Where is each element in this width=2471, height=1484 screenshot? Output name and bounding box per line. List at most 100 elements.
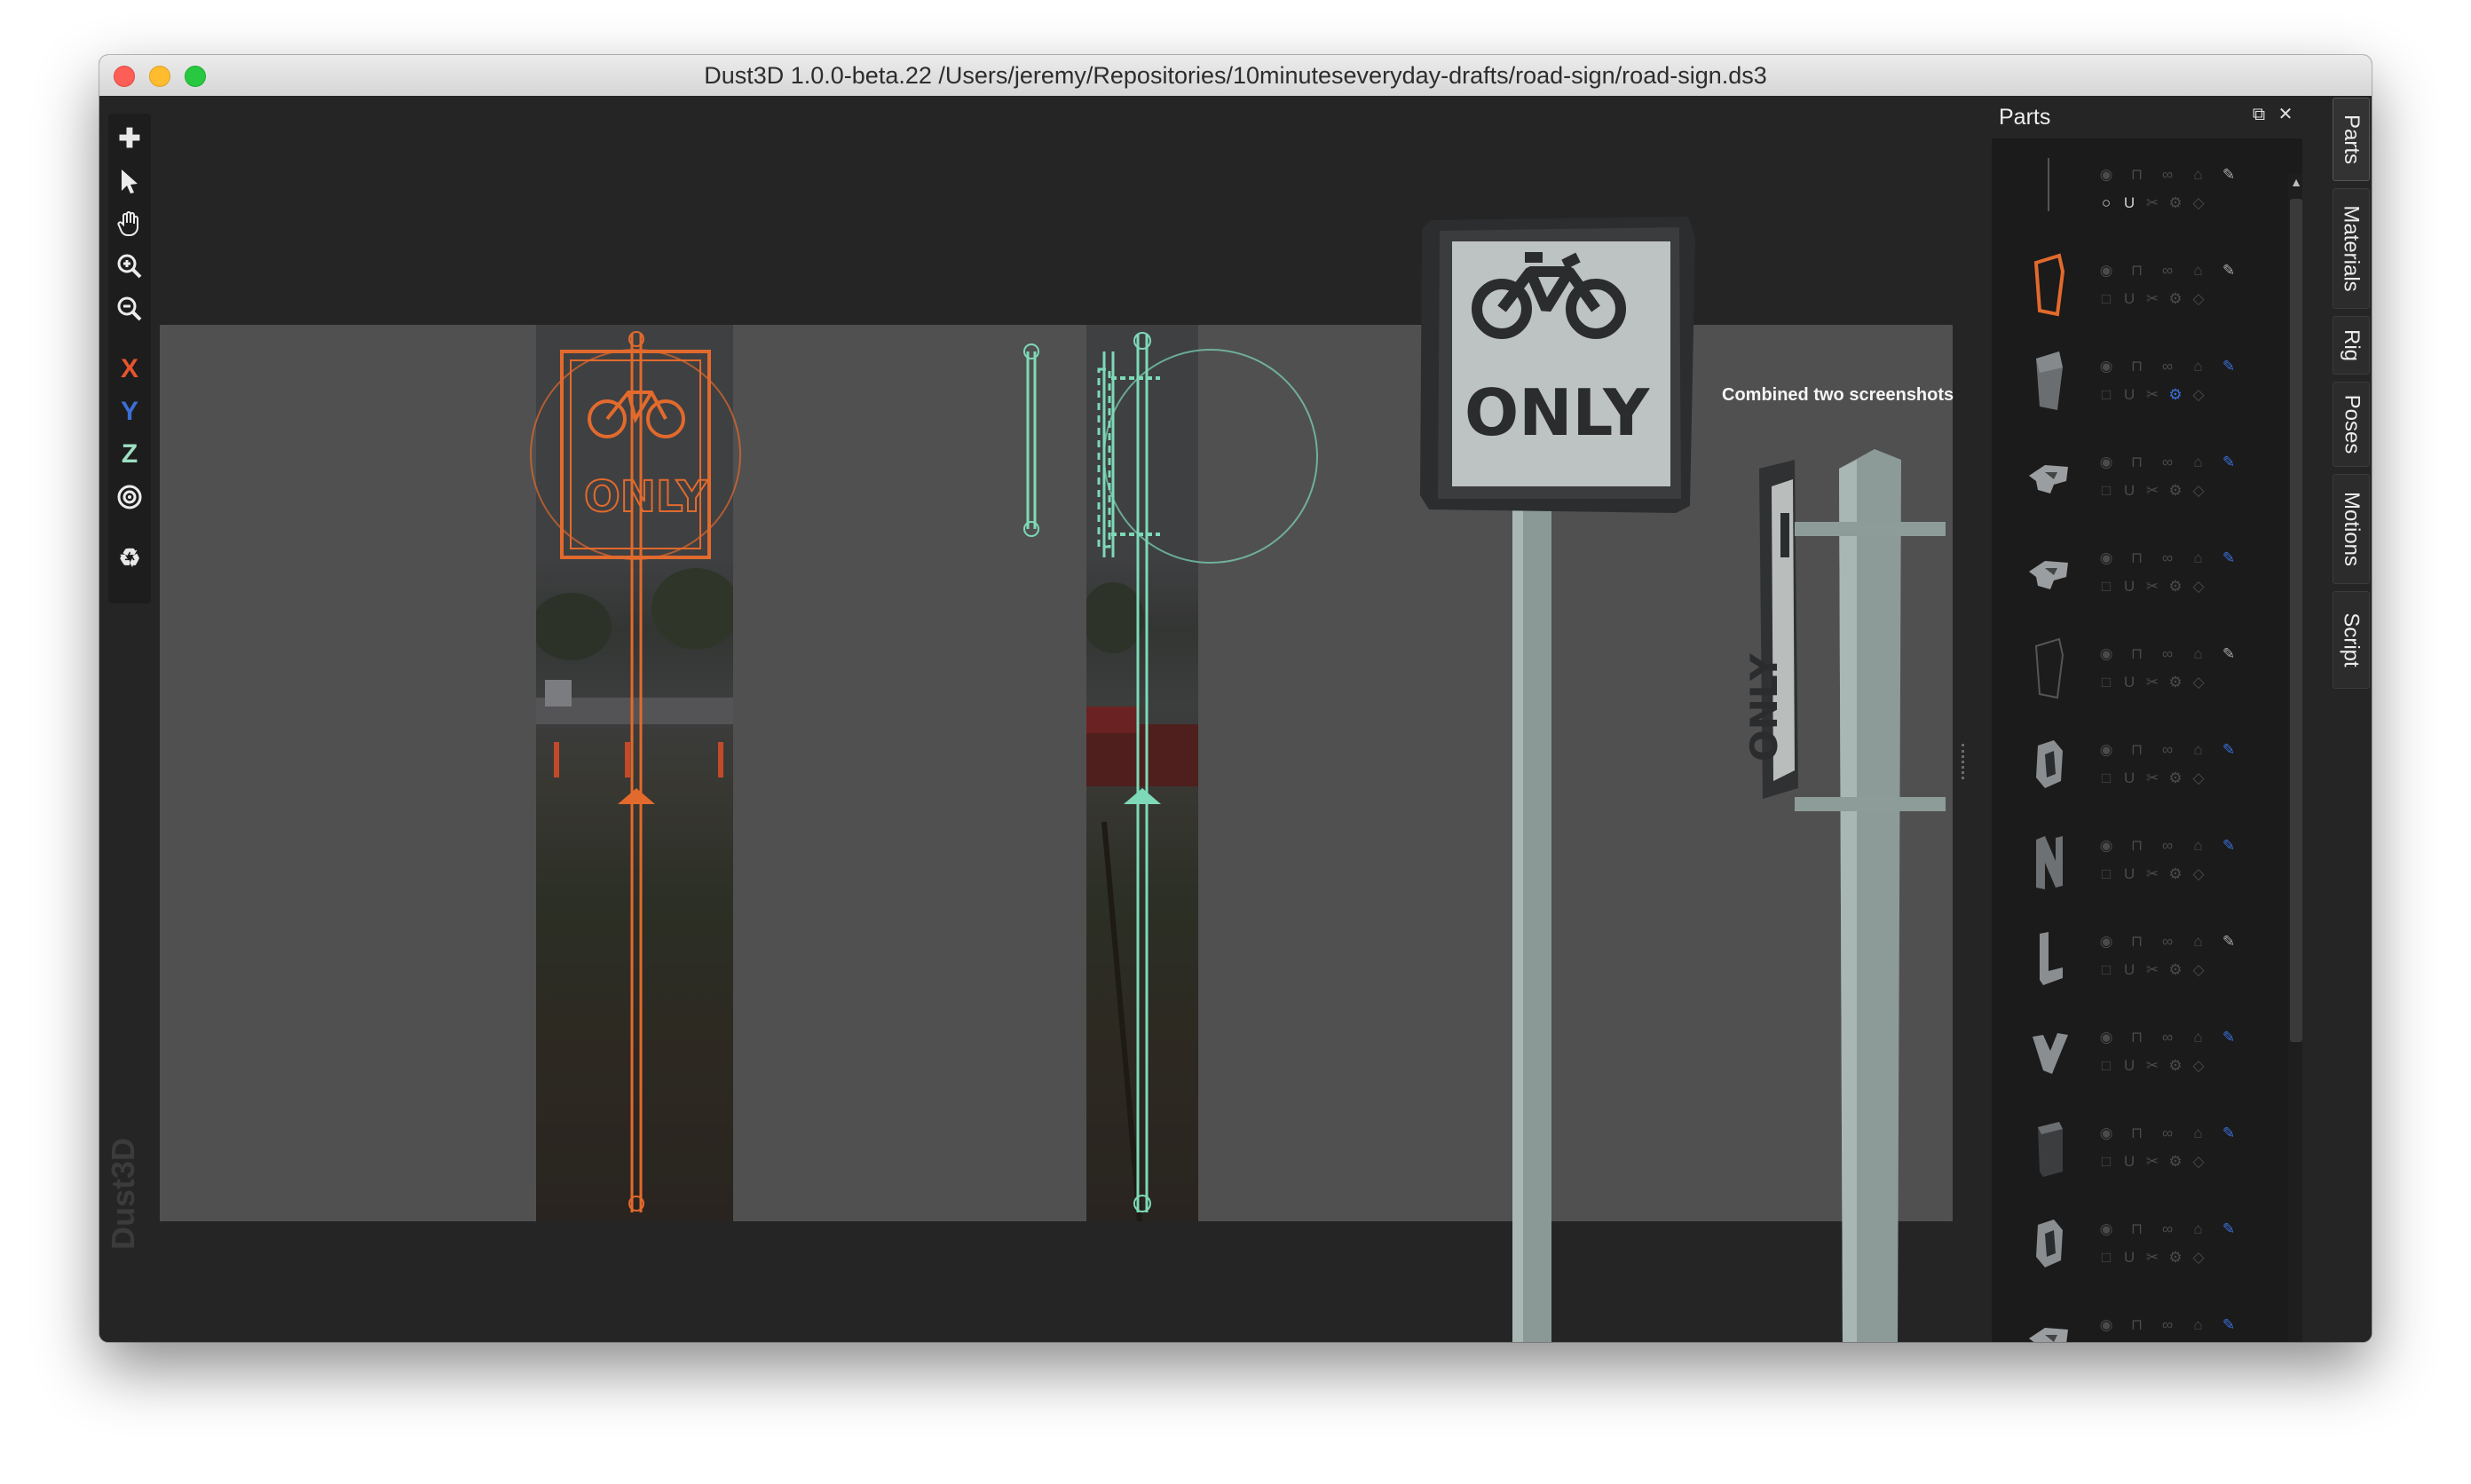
subdivide-icon[interactable]: □	[2096, 1152, 2116, 1172]
tab-parts[interactable]: Parts	[2333, 98, 2370, 181]
select-arrow-icon[interactable]	[110, 162, 149, 201]
subdivide-icon[interactable]: □	[2096, 1248, 2116, 1267]
chamfer-icon[interactable]: ◇	[2189, 1248, 2208, 1267]
color-brush-icon[interactable]: ✎	[2219, 740, 2238, 760]
color-brush-icon[interactable]: ✎	[2219, 549, 2238, 568]
subdivide-icon[interactable]: □	[2096, 769, 2116, 788]
scroll-up-icon[interactable]: ▲	[2288, 174, 2302, 190]
link-icon[interactable]: ∞	[2158, 453, 2177, 472]
part-ring[interactable]: ◉ ⊓ ∞ ⌂ ✎ □ U ✂ ⚙ ◇	[1992, 1195, 2302, 1291]
color-brush-icon[interactable]: ✎	[2219, 836, 2238, 856]
part-letter-o[interactable]: ◉ ⊓ ∞ ⌂ ✎ □ U ✂ ⚙ ◇	[1992, 715, 2302, 811]
subdivide-icon[interactable]: □	[2096, 864, 2116, 884]
chamfer-icon[interactable]: ◇	[2189, 960, 2208, 980]
close-panel-icon[interactable]: ✕	[2276, 105, 2295, 124]
part-extra[interactable]: ◉⊓∞⌂✎□U✂⚙◇	[1992, 1291, 2302, 1342]
round-end-icon[interactable]: ⚙	[2166, 385, 2185, 405]
magnet-icon[interactable]: U	[2120, 673, 2139, 692]
scissors-icon[interactable]: ✂	[2143, 864, 2162, 884]
part-bicycle-a[interactable]: ◉ ⊓ ∞ ⌂ ✎ □ U ✂ ⚙ ◇	[1992, 428, 2302, 524]
y-axis-button[interactable]: Y	[110, 392, 149, 431]
z-axis-button[interactable]: Z	[110, 435, 149, 474]
subdivide-icon[interactable]: □	[2096, 1056, 2116, 1076]
round-end-icon[interactable]: ⚙	[2166, 1248, 2185, 1267]
lock-icon[interactable]: ⊓	[2128, 165, 2147, 185]
float-panel-icon[interactable]: ⧉	[2249, 105, 2269, 124]
part-sign-frame[interactable]: ◉ ⊓ ∞ ⌂ ✎ □ U ✂ ⚙ ◇	[1992, 236, 2302, 332]
round-end-icon[interactable]: ⚙	[2166, 577, 2185, 596]
chamfer-icon[interactable]: ◇	[2189, 193, 2208, 213]
eye-icon[interactable]: ◉	[2096, 740, 2116, 760]
magnet-icon[interactable]: U	[2120, 481, 2139, 501]
subdivide-icon[interactable]: □	[2096, 673, 2116, 692]
subdivide-icon[interactable]: □	[2096, 577, 2116, 596]
eye-icon[interactable]: ◉	[2096, 1315, 2116, 1335]
magnet-icon[interactable]: U	[2120, 960, 2139, 980]
subdivide-icon[interactable]: □	[2096, 481, 2116, 501]
parts-scrollbar[interactable]: ▲ ▼	[2288, 174, 2302, 1342]
magnet-icon[interactable]: U	[2120, 1248, 2139, 1267]
part-letter-l[interactable]: ◉ ⊓ ∞ ⌂ ✎ □ U ✂ ⚙ ◇	[1992, 907, 2302, 1003]
lock-icon[interactable]: ⊓	[2128, 932, 2147, 951]
part-bicycle-b[interactable]: ◉ ⊓ ∞ ⌂ ✎ □ U ✂ ⚙ ◇	[1992, 524, 2302, 620]
tab-materials[interactable]: Materials	[2333, 188, 2370, 309]
link-icon[interactable]: ∞	[2158, 644, 2177, 664]
3d-sign-front-model[interactable]: ONLY	[1413, 202, 1715, 1342]
magnet-icon[interactable]: U	[2120, 1056, 2139, 1076]
link-icon[interactable]: ∞	[2158, 1220, 2177, 1239]
eye-icon[interactable]: ◉	[2096, 1220, 2116, 1239]
eye-icon[interactable]: ◉	[2096, 1028, 2116, 1047]
add-icon[interactable]: ✚	[110, 119, 149, 158]
color-brush-icon[interactable]: ✎	[2219, 261, 2238, 280]
color-brush-icon[interactable]: ✎	[2219, 165, 2238, 185]
color-brush-icon[interactable]: ✎	[2219, 453, 2238, 472]
lock-icon[interactable]: ⊓	[2128, 453, 2147, 472]
front-view-wireframe[interactable]: ONLY	[522, 325, 753, 1221]
part-letter-n[interactable]: ◉ ⊓ ∞ ⌂ ✎ □ U ✂ ⚙ ◇	[1992, 811, 2302, 907]
tab-script[interactable]: Script	[2333, 591, 2370, 689]
recycle-icon[interactable]: ♻	[110, 538, 149, 577]
round-end-icon[interactable]: ⚙	[2166, 960, 2185, 980]
color-brush-icon[interactable]: ✎	[2219, 1124, 2238, 1143]
mirror-icon[interactable]: ⌂	[2189, 357, 2208, 376]
scissors-icon[interactable]: ✂	[2143, 577, 2162, 596]
part-sign-board[interactable]: ◉ ⊓ ∞ ⌂ ✎ □ U ✂ ⚙ ◇	[1992, 332, 2302, 428]
magnet-icon[interactable]: U	[2120, 385, 2139, 405]
link-icon[interactable]: ∞	[2158, 261, 2177, 280]
chamfer-icon[interactable]: ◇	[2189, 481, 2208, 501]
lock-icon[interactable]: ⊓	[2128, 1028, 2147, 1047]
scissors-icon[interactable]: ✂	[2143, 769, 2162, 788]
radial-icon[interactable]	[110, 478, 149, 517]
mirror-icon[interactable]: ⌂	[2189, 261, 2208, 280]
link-icon[interactable]: ∞	[2158, 549, 2177, 568]
magnet-icon[interactable]: U	[2120, 193, 2139, 213]
part-plate[interactable]: ◉ ⊓ ∞ ⌂ ✎ □ U ✂ ⚙ ◇	[1992, 620, 2302, 715]
color-brush-icon[interactable]: ✎	[2219, 1315, 2238, 1335]
round-end-icon[interactable]: ⚙	[2166, 481, 2185, 501]
round-end-icon[interactable]: ⚙	[2166, 1152, 2185, 1172]
scissors-icon[interactable]: ✂	[2143, 960, 2162, 980]
eye-icon[interactable]: ◉	[2096, 932, 2116, 951]
part-pole[interactable]: ◉ ⊓ ∞ ⌂ ✎ ○ U ✂ ⚙ ◇	[1992, 140, 2302, 236]
lock-icon[interactable]: ⊓	[2128, 1315, 2147, 1335]
subdivide-icon[interactable]: □	[2096, 960, 2116, 980]
x-axis-button[interactable]: X	[110, 350, 149, 389]
chamfer-icon[interactable]: ◇	[2189, 769, 2208, 788]
eye-icon[interactable]: ◉	[2096, 836, 2116, 856]
round-end-icon[interactable]: ⚙	[2166, 1056, 2185, 1076]
lock-icon[interactable]: ⊓	[2128, 261, 2147, 280]
mirror-icon[interactable]: ⌂	[2189, 1220, 2208, 1239]
lock-icon[interactable]: ⊓	[2128, 740, 2147, 760]
lock-icon[interactable]: ⊓	[2128, 1220, 2147, 1239]
link-icon[interactable]: ∞	[2158, 357, 2177, 376]
mirror-icon[interactable]: ⌂	[2189, 165, 2208, 185]
chamfer-icon[interactable]: ◇	[2189, 577, 2208, 596]
chamfer-icon[interactable]: ◇	[2189, 385, 2208, 405]
scissors-icon[interactable]: ✂	[2143, 1056, 2162, 1076]
scissors-icon[interactable]: ✂	[2143, 1152, 2162, 1172]
zoom-in-icon[interactable]	[110, 247, 149, 286]
scissors-icon[interactable]: ✂	[2143, 193, 2162, 213]
color-brush-icon[interactable]: ✎	[2219, 1028, 2238, 1047]
scissors-icon[interactable]: ✂	[2143, 385, 2162, 405]
magnet-icon[interactable]: U	[2120, 1152, 2139, 1172]
